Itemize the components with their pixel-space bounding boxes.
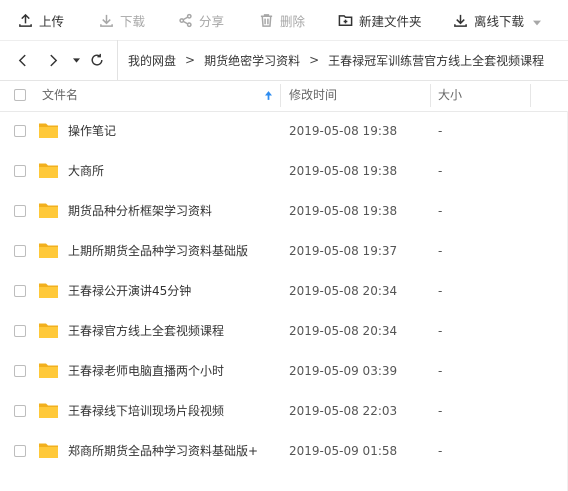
file-size: - (438, 244, 443, 258)
file-name[interactable]: 王春禄公开演讲45分钟 (68, 271, 191, 311)
back-button[interactable] (12, 40, 32, 80)
file-size: - (438, 444, 443, 458)
folder-icon (39, 443, 58, 458)
share-button[interactable]: 分享 (178, 0, 224, 40)
file-size: - (438, 164, 443, 178)
upload-button[interactable]: 上传 (18, 0, 64, 40)
folder-icon (39, 323, 58, 338)
share-icon (179, 13, 192, 27)
breadcrumb-item[interactable]: 我的网盘 (128, 52, 176, 69)
modified-time: 2019-05-08 19:38 (289, 164, 398, 178)
column-header-modified[interactable]: 修改时间 (289, 80, 337, 111)
refresh-icon (91, 53, 103, 66)
breadcrumb: 我的网盘 > 期货绝密学习资料 > 王春禄冠军训练营官方线上全套视频课程 (117, 40, 544, 80)
column-divider[interactable] (280, 84, 281, 107)
chevron-right-icon (49, 54, 57, 66)
download-button[interactable]: 下载 (99, 0, 145, 40)
trash-icon (260, 13, 273, 27)
row-checkbox[interactable] (14, 405, 26, 417)
modified-time: 2019-05-08 20:34 (289, 324, 398, 338)
table-row[interactable]: 操作笔记 2019-05-08 19:38 - (0, 111, 568, 151)
file-name[interactable]: 王春禄老师电脑直播两个小时 (68, 351, 224, 391)
download-icon (100, 14, 113, 27)
chevron-left-icon (18, 54, 26, 66)
modified-time: 2019-05-09 01:58 (289, 444, 398, 458)
row-checkbox[interactable] (14, 285, 26, 297)
folder-icon (39, 203, 58, 218)
folder-icon (39, 283, 58, 298)
table-row[interactable]: 王春禄公开演讲45分钟 2019-05-08 20:34 - (0, 271, 568, 311)
file-name[interactable]: 王春禄线下培训现场片段视频 (68, 391, 224, 431)
folder-icon (39, 243, 58, 258)
row-checkbox[interactable] (14, 125, 26, 137)
column-divider[interactable] (430, 84, 431, 107)
column-header-size[interactable]: 大小 (438, 80, 462, 111)
file-size: - (438, 404, 443, 418)
table-row[interactable]: 王春禄老师电脑直播两个小时 2019-05-09 03:39 - (0, 351, 568, 391)
file-name[interactable]: 大商所 (68, 151, 104, 191)
delete-button[interactable]: 删除 (259, 0, 305, 40)
file-name[interactable]: 操作笔记 (68, 111, 116, 151)
row-checkbox[interactable] (14, 325, 26, 337)
breadcrumb-item[interactable]: 王春禄冠军训练营官方线上全套视频课程 (328, 52, 544, 69)
column-header-name[interactable]: 文件名 (42, 80, 78, 111)
offline-download-button[interactable]: 离线下载 (453, 0, 524, 40)
folder-icon (39, 363, 58, 378)
folder-icon (39, 163, 58, 178)
folder-icon (39, 403, 58, 418)
download-icon (454, 14, 467, 27)
file-name[interactable]: 上期所期货全品种学习资料基础版 (68, 231, 248, 271)
row-checkbox[interactable] (14, 165, 26, 177)
file-size: - (438, 324, 443, 338)
sort-ascending-icon[interactable] (265, 91, 272, 100)
folder-plus-icon (338, 14, 353, 26)
file-size: - (438, 364, 443, 378)
breadcrumb-item[interactable]: 期货绝密学习资料 (204, 52, 300, 69)
table-row[interactable]: 期货品种分析框架学习资料 2019-05-08 19:38 - (0, 191, 568, 231)
select-all-checkbox[interactable] (14, 89, 26, 101)
row-checkbox[interactable] (14, 365, 26, 377)
table-row[interactable]: 郑商所期货全品种学习资料基础版+ 2019-05-09 01:58 - (0, 431, 568, 471)
caret-down-icon (72, 57, 80, 63)
file-name[interactable]: 王春禄官方线上全套视频课程 (68, 311, 224, 351)
table-row[interactable]: 王春禄线下培训现场片段视频 2019-05-08 22:03 - (0, 391, 568, 431)
refresh-button[interactable] (87, 40, 107, 80)
modified-time: 2019-05-09 03:39 (289, 364, 398, 378)
column-divider[interactable] (530, 84, 531, 107)
row-checkbox[interactable] (14, 245, 26, 257)
folder-icon (39, 123, 58, 138)
upload-icon (19, 13, 32, 27)
table-header: 文件名 修改时间 大小 (0, 80, 568, 112)
file-size: - (438, 204, 443, 218)
forward-button[interactable] (43, 40, 63, 80)
breadcrumb-separator: > (185, 53, 196, 67)
table-row[interactable]: 大商所 2019-05-08 19:38 - (0, 151, 568, 191)
modified-time: 2019-05-08 19:37 (289, 244, 398, 258)
file-list: 操作笔记 2019-05-08 19:38 - 大商所 2019-05-08 19:38… (0, 111, 568, 471)
toolbar: 上传 下载 分享 删除 新建文件夹 离线下载 (0, 0, 568, 41)
file-size: - (438, 284, 443, 298)
modified-time: 2019-05-08 22:03 (289, 404, 398, 418)
offline-download-dropdown[interactable] (529, 14, 545, 26)
row-checkbox[interactable] (14, 445, 26, 457)
navigation-bar: 我的网盘 > 期货绝密学习资料 > 王春禄冠军训练营官方线上全套视频课程 (0, 40, 568, 81)
modified-time: 2019-05-08 19:38 (289, 204, 398, 218)
modified-time: 2019-05-08 20:34 (289, 284, 398, 298)
file-size: - (438, 124, 443, 138)
file-name[interactable]: 郑商所期货全品种学习资料基础版+ (68, 431, 258, 471)
history-dropdown[interactable] (69, 40, 83, 80)
file-name[interactable]: 期货品种分析框架学习资料 (68, 191, 212, 231)
table-row[interactable]: 上期所期货全品种学习资料基础版 2019-05-08 19:37 - (0, 231, 568, 271)
caret-down-icon (533, 20, 541, 26)
new-folder-button[interactable]: 新建文件夹 (338, 0, 422, 40)
breadcrumb-separator: > (309, 53, 320, 67)
table-row[interactable]: 王春禄官方线上全套视频课程 2019-05-08 20:34 - (0, 311, 568, 351)
modified-time: 2019-05-08 19:38 (289, 124, 398, 138)
row-checkbox[interactable] (14, 205, 26, 217)
